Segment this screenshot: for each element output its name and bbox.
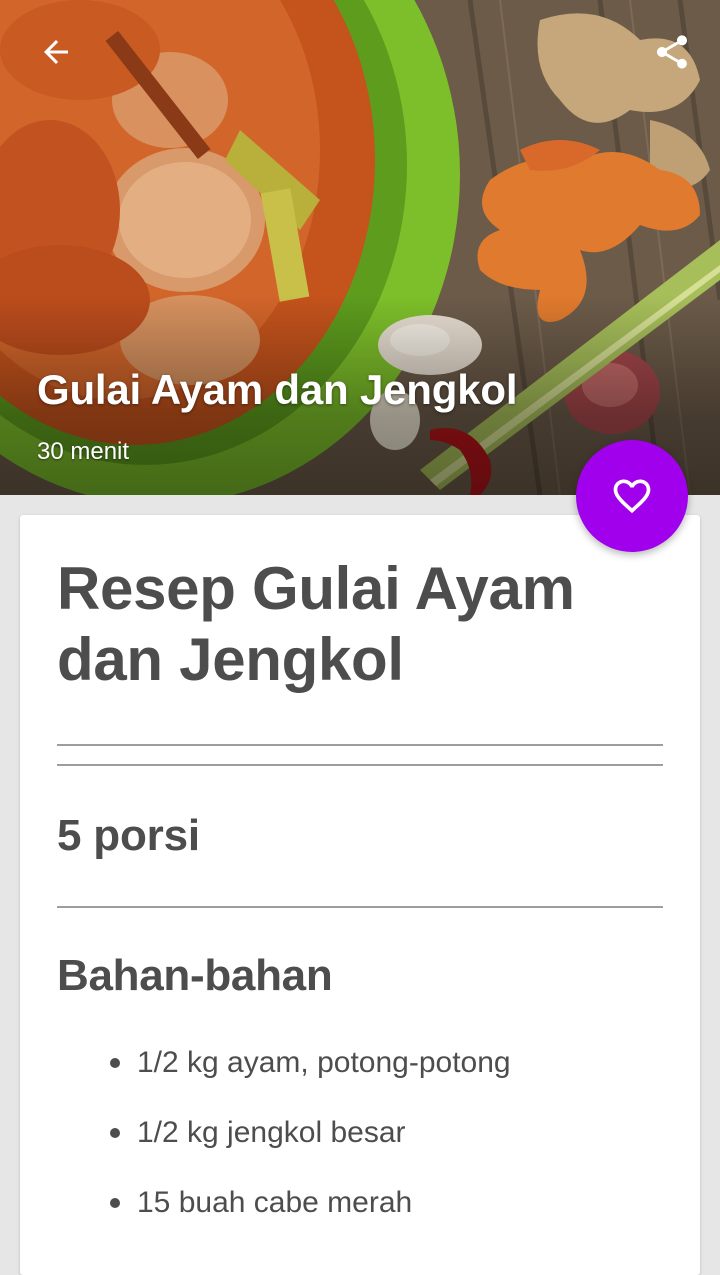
bullet-icon [110,1198,120,1208]
bullet-icon [110,1128,120,1138]
hero-image: Gulai Ayam dan Jengkol 30 menit [0,0,720,495]
ingredient-text: 1/2 kg jengkol besar [137,1116,406,1149]
recipe-title: Resep Gulai Ayam dan Jengkol [57,555,575,693]
ingredients-heading: Bahan-bahan [57,951,333,1000]
ingredient-item: 1/2 kg ayam, potong-potong [57,1040,511,1110]
ingredient-text: 1/2 kg ayam, potong-potong [137,1046,511,1079]
ingredients-list: 1/2 kg ayam, potong-potong 1/2 kg jengko… [57,1040,511,1250]
favorite-button[interactable] [576,440,688,552]
arrow-left-icon [44,40,68,64]
divider [57,744,663,746]
divider [57,764,663,766]
ingredient-item: 1/2 kg jengkol besar [57,1110,511,1180]
divider [57,906,663,908]
back-button[interactable] [28,24,84,80]
share-icon [657,35,687,69]
recipe-card: Resep Gulai Ayam dan Jengkol 5 porsi Bah… [20,515,700,1275]
share-button[interactable] [644,24,700,80]
cooking-time: 30 menit [37,438,130,465]
hero-title: Gulai Ayam dan Jengkol [37,366,518,413]
heart-outline-icon [613,479,651,514]
portions: 5 porsi [57,811,200,860]
ingredient-item: 15 buah cabe merah [57,1180,511,1250]
bullet-icon [110,1058,120,1068]
ingredient-text: 15 buah cabe merah [137,1186,413,1219]
